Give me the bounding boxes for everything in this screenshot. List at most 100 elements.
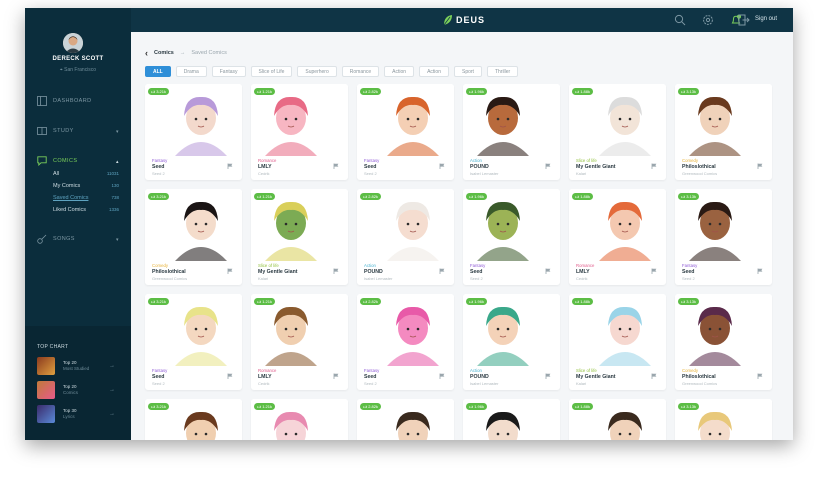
flag-icon[interactable] bbox=[545, 373, 551, 379]
comic-card[interactable]: 👍︎ 3.13k Fantasy Seed Seed 2 bbox=[675, 189, 772, 285]
comic-card[interactable]: 👍︎1.21kRomanceLMLYCedrik bbox=[251, 399, 348, 440]
nav-dashboard[interactable]: DASHBOARD bbox=[37, 96, 91, 106]
flag-icon[interactable] bbox=[651, 163, 657, 169]
breadcrumb-comics[interactable]: Comics bbox=[154, 50, 174, 56]
thumbs-up-icon: 👍︎ bbox=[469, 193, 474, 199]
nav-comics[interactable]: COMICS bbox=[37, 156, 77, 166]
filter-chip[interactable]: ALL bbox=[145, 66, 171, 77]
nav-songs[interactable]: SONGS bbox=[37, 234, 75, 244]
comic-card[interactable]: 👍︎ 1.88k Romance LMLY Cedrik bbox=[569, 189, 666, 285]
flag-icon[interactable] bbox=[227, 268, 233, 274]
comic-card[interactable]: 👍︎3.13kComedyPhiloslothicalGreenwood Com… bbox=[675, 399, 772, 440]
comic-title[interactable]: My Gentle Giant bbox=[258, 269, 298, 275]
search-icon[interactable] bbox=[674, 14, 686, 26]
filter-chip[interactable]: Drama bbox=[175, 66, 207, 77]
comic-title[interactable]: Philoslothical bbox=[152, 269, 186, 275]
comic-title[interactable]: Seed bbox=[152, 164, 164, 170]
filter-chip[interactable]: Slice of Life bbox=[250, 66, 293, 77]
comic-title[interactable]: LMLY bbox=[258, 374, 272, 380]
flag-icon[interactable] bbox=[333, 268, 339, 274]
likes-count: 2.82k bbox=[368, 89, 378, 94]
sub-nav-saved-comics[interactable]: Saved Comics 738 bbox=[53, 195, 119, 201]
comic-title[interactable]: LMLY bbox=[258, 164, 272, 170]
comic-card[interactable]: 👍︎1.88kSlice of lifeMy Gentle GiantKalar… bbox=[569, 294, 666, 390]
comic-genre: Romance bbox=[258, 158, 277, 163]
top-chart-item[interactable]: Top 20 Comics → bbox=[37, 380, 117, 400]
flag-icon[interactable] bbox=[651, 373, 657, 379]
thumbs-up-icon: 👍︎ bbox=[151, 88, 156, 94]
comic-title[interactable]: My Gentle Giant bbox=[576, 374, 616, 380]
brand-logo[interactable]: DEUS bbox=[443, 13, 485, 27]
comic-title[interactable]: POUND bbox=[470, 164, 489, 170]
likes-badge: 👍︎ 1.21k bbox=[254, 88, 275, 95]
flag-icon[interactable] bbox=[439, 373, 445, 379]
comic-card[interactable]: 👍︎2.82kFantasySeedSeed 2 bbox=[357, 399, 454, 440]
gear-icon[interactable] bbox=[702, 14, 714, 26]
flag-icon[interactable] bbox=[545, 163, 551, 169]
comic-card[interactable]: 👍︎1.21kRomanceLMLYCedrik bbox=[251, 84, 348, 180]
comic-title[interactable]: My Gentle Giant bbox=[576, 164, 616, 170]
comic-title[interactable]: Seed bbox=[152, 374, 164, 380]
comic-card[interactable]: 👍︎3.21kFantasySeedSeed 2 bbox=[145, 399, 242, 440]
filter-chip[interactable]: Thriller bbox=[486, 66, 519, 77]
chevron-up-icon[interactable]: ▴ bbox=[116, 159, 119, 165]
sign-out-icon[interactable] bbox=[738, 14, 750, 26]
comic-card[interactable]: 👍︎3.21kFantasySeedSeed 2 bbox=[145, 84, 242, 180]
chevron-down-icon[interactable]: ▾ bbox=[116, 129, 119, 135]
comic-title[interactable]: Seed bbox=[682, 269, 694, 275]
chevron-down-icon[interactable]: ▾ bbox=[116, 237, 119, 243]
comic-card[interactable]: 👍︎1.96kActionPOUNDIsabel Lemaster bbox=[463, 84, 560, 180]
flag-icon[interactable] bbox=[439, 268, 445, 274]
comic-card[interactable]: 👍︎2.82kFantasySeedSeed 2 bbox=[357, 84, 454, 180]
comic-card[interactable]: 👍︎ 2.82k Action POUND Isabel Lemaster bbox=[357, 189, 454, 285]
comic-title[interactable]: Seed bbox=[364, 374, 376, 380]
comic-card[interactable]: 👍︎1.96kActionPOUNDIsabel Lemaster bbox=[463, 294, 560, 390]
comic-card[interactable]: 👍︎1.88kSlice of lifeMy Gentle GiantKalar… bbox=[569, 399, 666, 440]
sub-nav-liked-comics[interactable]: Liked Comics 1336 bbox=[53, 207, 119, 213]
comic-title[interactable]: Philoslothical bbox=[682, 164, 716, 170]
back-arrow-icon[interactable]: ‹ bbox=[145, 48, 148, 58]
filter-chip[interactable]: Sport bbox=[453, 66, 482, 77]
flag-icon[interactable] bbox=[757, 373, 763, 379]
nav-study[interactable]: STUDY bbox=[37, 126, 74, 136]
comic-card[interactable]: 👍︎ 1.96k Fantasy Seed Seed 2 bbox=[463, 189, 560, 285]
comic-card[interactable]: 👍︎3.13kComedyPhiloslothicalGreenwood Com… bbox=[675, 84, 772, 180]
comic-card[interactable]: 👍︎3.21kFantasySeedSeed 2 bbox=[145, 294, 242, 390]
filter-chip[interactable]: Action bbox=[384, 66, 415, 77]
comic-title[interactable]: LMLY bbox=[576, 269, 590, 275]
comic-title[interactable]: Seed bbox=[364, 164, 376, 170]
sub-nav-my-comics[interactable]: My Comics 130 bbox=[53, 183, 119, 189]
flag-icon[interactable] bbox=[439, 163, 445, 169]
flag-icon[interactable] bbox=[333, 163, 339, 169]
flag-icon[interactable] bbox=[227, 373, 233, 379]
thumbs-up-icon: 👍︎ bbox=[681, 298, 686, 304]
comic-card[interactable]: 👍︎1.96kActionPOUNDIsabel Lemaster bbox=[463, 399, 560, 440]
comic-card[interactable]: 👍︎2.82kFantasySeedSeed 2 bbox=[357, 294, 454, 390]
comic-card[interactable]: 👍︎ 3.21k Comedy Philoslothical Greenwood Com… bbox=[145, 189, 242, 285]
sub-nav-all[interactable]: All 11031 bbox=[53, 171, 119, 177]
flag-icon[interactable] bbox=[227, 163, 233, 169]
flag-icon[interactable] bbox=[757, 163, 763, 169]
likes-badge: 👍︎ 3.13k bbox=[678, 88, 699, 95]
comic-title[interactable]: POUND bbox=[470, 374, 489, 380]
comic-card[interactable]: 👍︎3.13kComedyPhiloslothicalGreenwood Com… bbox=[675, 294, 772, 390]
comic-card[interactable]: 👍︎ 1.21k Slice of life My Gentle Giant Kalar… bbox=[251, 189, 348, 285]
filter-chip[interactable]: Superhero bbox=[297, 66, 337, 77]
top-chart-item[interactable]: Top 20 Most Studied → bbox=[37, 356, 117, 376]
filter-chip[interactable]: Action bbox=[419, 66, 449, 77]
flag-icon[interactable] bbox=[757, 268, 763, 274]
top-chart-item[interactable]: Top 30 Lyrics → bbox=[37, 404, 117, 424]
comic-card[interactable]: 👍︎1.21kRomanceLMLYCedrik bbox=[251, 294, 348, 390]
comic-title[interactable]: Philoslothical bbox=[682, 374, 716, 380]
flag-icon[interactable] bbox=[545, 268, 551, 274]
comic-title[interactable]: POUND bbox=[364, 269, 383, 275]
sign-out-link[interactable]: Sign out bbox=[755, 16, 777, 22]
flag-icon[interactable] bbox=[651, 268, 657, 274]
comic-title[interactable]: Seed bbox=[470, 269, 482, 275]
flag-icon[interactable] bbox=[333, 373, 339, 379]
comic-card[interactable]: 👍︎1.88kSlice of lifeMy Gentle GiantKalar… bbox=[569, 84, 666, 180]
filter-chip[interactable]: Romance bbox=[341, 66, 380, 77]
avatar[interactable] bbox=[63, 33, 83, 53]
filter-chip[interactable]: Fantasy bbox=[211, 66, 246, 77]
sub-nav-label: All bbox=[53, 171, 60, 177]
